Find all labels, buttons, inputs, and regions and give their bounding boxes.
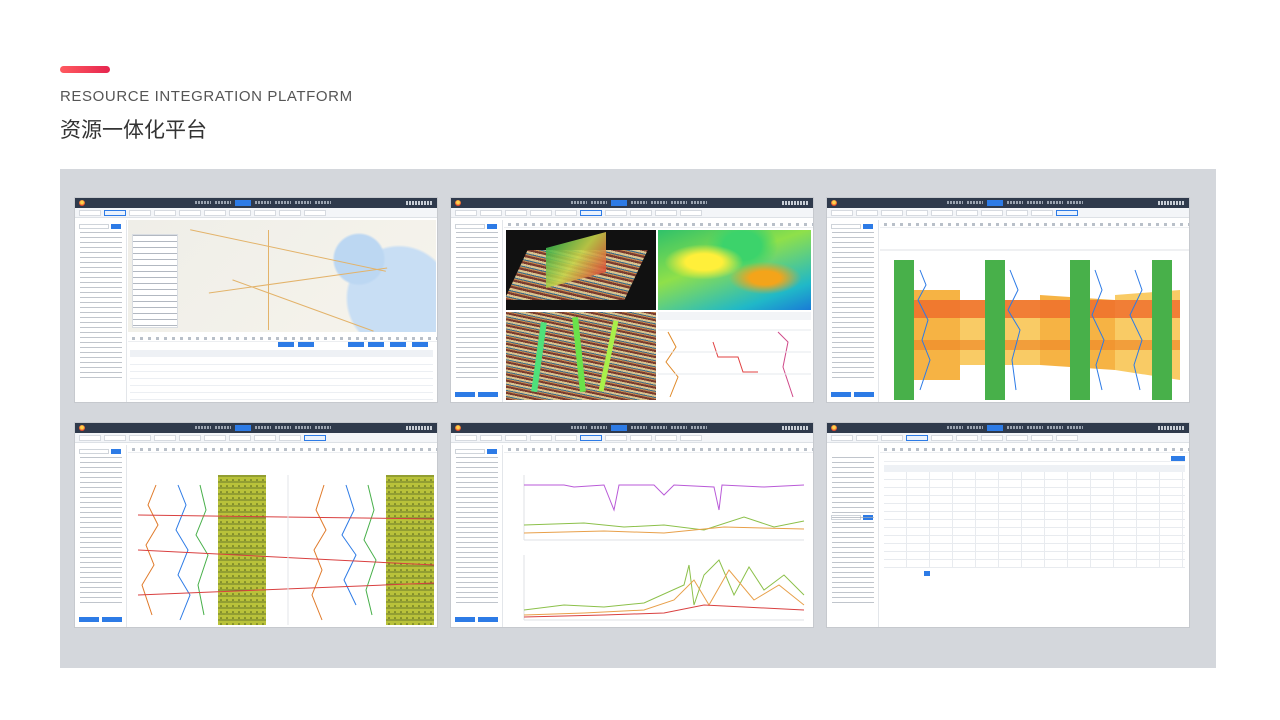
accent-bar [60,66,110,73]
app-logo-icon [455,425,461,431]
sidebar-tree [75,220,127,402]
seismic-3d-cube [506,230,656,310]
table-header [884,465,1185,472]
seismic-3d-view-thumbnail[interactable] [451,198,813,402]
log-tracks-svg [137,475,435,625]
seismic-section [506,312,656,400]
layer-list-overlay [132,234,178,328]
module-tabs [827,208,1189,218]
section-title: 资源一体化平台 [60,118,207,142]
production-chart-view-thumbnail[interactable] [451,423,813,627]
module-tabs [827,433,1189,443]
well-log-curves-view-thumbnail[interactable] [75,423,437,627]
user-area [1158,201,1184,205]
terrain-surface [658,230,811,310]
main-area [880,220,1189,402]
app-header [827,423,1189,433]
production-charts-svg [523,475,805,621]
module-tabs [451,433,813,443]
main-area [504,445,813,627]
app-header [75,423,437,433]
user-area [406,426,432,430]
log-curve-panels [658,312,811,400]
sidebar-tree [451,220,503,402]
map-canvas [128,220,436,332]
app-header [451,198,813,208]
app-logo-icon [831,200,837,206]
main-area [128,445,437,627]
sidebar-tree [75,445,127,627]
top-nav [947,200,1083,206]
sidebar-tree [827,445,879,627]
data-table-view-thumbnail[interactable] [827,423,1189,627]
user-area [1158,426,1184,430]
app-logo-icon [79,425,85,431]
top-nav [571,200,707,206]
app-logo-icon [831,425,837,431]
sidebar-tree [827,220,879,402]
map-data-view-thumbnail[interactable] [75,198,437,402]
top-nav [195,425,331,431]
app-header [827,198,1189,208]
user-area [782,201,808,205]
app-header [75,198,437,208]
module-tabs [75,433,437,443]
section-subtitle: RESOURCE INTEGRATION PLATFORM [60,88,353,105]
screenshot-gallery [60,169,1216,668]
well-correlation-view-thumbnail[interactable] [827,198,1189,402]
main-area [128,220,437,402]
pagination [884,571,964,576]
app-logo-icon [79,200,85,206]
filter-bar [884,455,1185,462]
main-area [880,445,1189,627]
sidebar-tree [451,445,503,627]
correlation-svg [880,249,1189,400]
app-header [451,423,813,433]
top-nav [195,200,331,206]
top-nav [947,425,1083,431]
top-nav [571,425,707,431]
module-tabs [75,208,437,218]
module-tabs [451,208,813,218]
app-logo-icon [455,200,461,206]
data-table [128,334,437,402]
user-area [782,426,808,430]
main-area [504,220,813,402]
log-curves-svg [658,312,811,398]
user-area [406,201,432,205]
